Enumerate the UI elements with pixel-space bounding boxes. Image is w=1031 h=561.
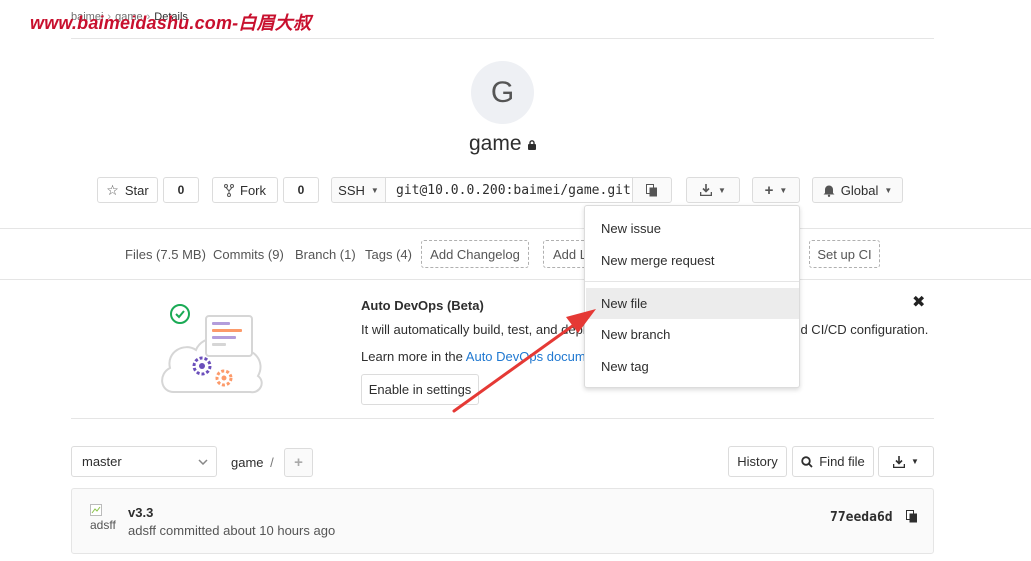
branch-select-value: master [82,454,122,469]
devops-title: Auto DevOps (Beta) [361,298,484,313]
close-icon[interactable]: ✖ [912,292,925,312]
protocol-dropdown[interactable]: SSH ▼ [331,177,386,203]
clone-url-input[interactable]: git@10.0.0.200:baimei/game.git [386,177,633,203]
commit-sha[interactable]: 77eeda6d [830,510,893,525]
project-title: game [469,132,536,156]
download-icon [700,184,713,196]
devops-learn-more: Learn more in the Auto DevOps docume [361,349,593,364]
menu-item-new-file[interactable]: New file [586,288,799,319]
chevron-down-icon: ▼ [370,185,379,195]
fork-icon [224,183,234,197]
plus-icon: + [294,454,303,471]
plus-icon: + [764,181,774,199]
devops-learn-prefix: Learn more in the [361,349,466,364]
download-dropdown[interactable]: ▼ [686,177,740,203]
watermark: www.baimeidashu.com-白眉大叔 [30,13,312,33]
chevron-down-icon: ▼ [779,185,788,195]
copy-url-button[interactable] [632,177,672,203]
find-file-label: Find file [819,454,865,469]
menu-divider [585,281,799,282]
notification-dropdown[interactable]: Global ▼ [812,177,903,203]
menu-item-new-issue[interactable]: New issue [586,213,799,244]
devops-divider [71,418,934,419]
chevron-down-icon: ▼ [718,185,726,195]
fork-count[interactable]: 0 [283,177,319,203]
new-item-dropdown[interactable]: + ▼ [752,177,800,203]
menu-item-new-branch[interactable]: New branch [586,319,799,350]
history-button[interactable]: History [728,446,787,477]
tags-link[interactable]: Tags (4) [365,247,412,262]
download-icon [893,455,906,468]
find-file-button[interactable]: Find file [792,446,874,477]
star-label: Star [124,182,149,198]
fork-label: Fork [240,182,266,198]
chevron-down-icon [198,458,208,465]
devops-description-tail: ned CI/CD configuration. [786,322,929,337]
project-name: game [469,132,522,155]
menu-item-new-merge-request[interactable]: New merge request [586,245,799,276]
add-to-tree-button[interactable]: + [284,448,313,477]
repo-download-dropdown[interactable]: ▼ [878,446,934,477]
menu-item-new-tag[interactable]: New tag [586,351,799,382]
breadcrumb-divider [71,38,934,39]
add-changelog-button[interactable]: Add Changelog [421,240,529,268]
nav-top-divider [0,228,1031,229]
broken-image-icon [90,504,102,516]
avatar[interactable]: adsff [88,504,120,536]
star-icon: ☆ [106,181,119,198]
notification-label: Global [840,182,879,198]
repo-path-separator: / [270,455,274,470]
new-item-menu: New issue New merge request New file New… [584,205,800,388]
setup-ci-button[interactable]: Set up CI [809,240,880,268]
star-button[interactable]: ☆ Star [97,177,158,203]
lock-icon [527,140,536,150]
devops-description: It will automatically build, test, and d… [361,322,593,337]
enable-in-settings-button[interactable]: Enable in settings [361,374,479,405]
copy-icon[interactable] [906,510,918,523]
files-link[interactable]: Files (7.5 MB) [125,247,206,262]
commits-link[interactable]: Commits (9) [213,247,284,262]
project-avatar: G [471,61,534,124]
fork-button[interactable]: Fork [212,177,278,203]
chevron-down-icon: ▼ [911,457,919,466]
avatar-alt: adsff [90,518,116,532]
devops-illustration [161,304,263,394]
branch-select[interactable]: master [71,446,217,477]
devops-docs-link[interactable]: Auto DevOps docume [466,349,593,364]
repo-path-project[interactable]: game [231,455,264,470]
search-icon [801,455,813,468]
commit-title[interactable]: v3.3 [128,505,153,520]
copy-icon [646,183,657,196]
bell-icon [823,185,835,197]
star-count[interactable]: 0 [163,177,199,203]
branch-link[interactable]: Branch (1) [295,247,356,262]
protocol-label: SSH [338,182,365,198]
commit-meta: adsff committed about 10 hours ago [128,523,336,538]
nav-bottom-divider [0,279,1031,280]
last-commit: adsff v3.3 adsff committed about 10 hour… [71,488,934,554]
repo-path: game / [231,455,274,470]
chevron-down-icon: ▼ [884,185,893,195]
